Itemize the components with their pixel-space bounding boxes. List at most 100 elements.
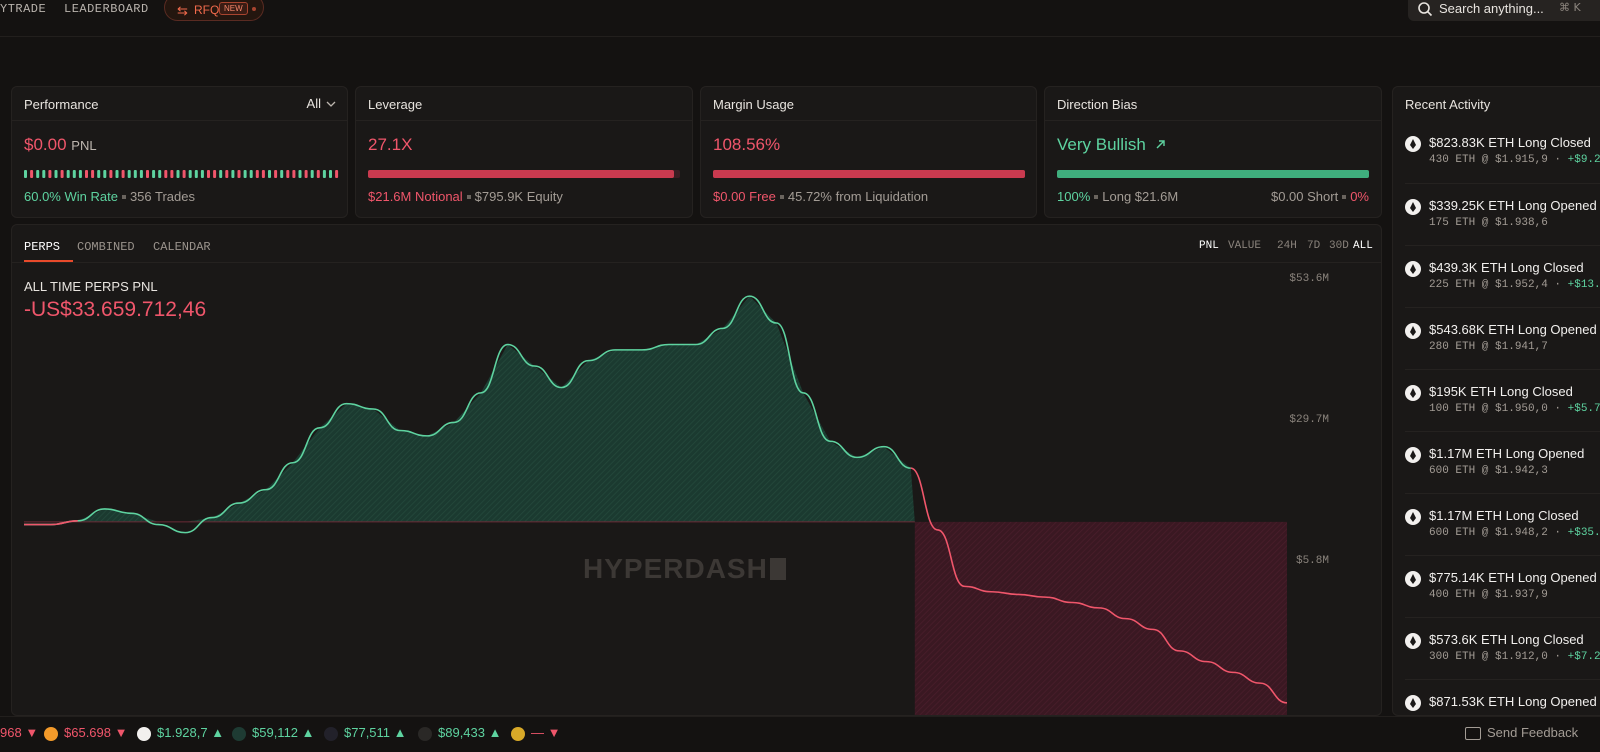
activity-item[interactable]: $573.6K ETH Long Closed 300 ETH @ $1.912,… (1405, 617, 1600, 679)
leverage-bar (368, 170, 680, 178)
activity-item[interactable]: $543.68K ETH Long Opened 280 ETH @ $1.941… (1405, 307, 1600, 369)
win-loss-segment (219, 170, 223, 178)
win-loss-segment (304, 170, 308, 178)
win-loss-segment (115, 170, 119, 178)
activity-list: $823.83K ETH Long Closed 430 ETH @ $1.915… (1405, 121, 1600, 715)
send-feedback-button[interactable]: Send Feedback (1487, 725, 1578, 740)
activity-detail: 600 ETH @ $1.948,2 · +$35. (1429, 527, 1600, 539)
activity-item[interactable]: $823.83K ETH Long Closed 430 ETH @ $1.915… (1405, 121, 1600, 183)
leverage-card: Leverage 27.1X $21.6M Notional $795.9K Eq… (355, 86, 693, 218)
ticker-item[interactable]: — ▼ (531, 725, 560, 740)
win-loss-segment (243, 170, 247, 178)
search-icon (1418, 2, 1433, 17)
win-loss-segment (109, 170, 113, 178)
win-loss-segment (176, 170, 180, 178)
leverage-bar-fill (368, 170, 674, 178)
chevron-down-icon[interactable] (326, 101, 336, 107)
ticker-item[interactable]: $89,433 ▲ (438, 725, 501, 740)
ticker-item[interactable]: $65.698 ▼ (64, 725, 127, 740)
activity-detail: 400 ETH @ $1.937,9 (1429, 589, 1548, 601)
negative-area (914, 521, 1287, 715)
activity-pnl: +$9.2 (1567, 154, 1600, 166)
ticker-item[interactable]: $1.928,7 ▲ (157, 725, 224, 740)
short-percent: 0% (1350, 189, 1369, 204)
recent-activity-panel: Recent Activity $823.83K ETH Long Closed… (1392, 86, 1600, 716)
short-amount: $0.00 Short (1270, 189, 1339, 204)
win-loss-segment (335, 170, 339, 178)
activity-detail: 175 ETH @ $1.938,6 (1429, 217, 1548, 229)
activity-title: $439.3K ETH Long Closed (1429, 260, 1584, 275)
win-loss-segment (48, 170, 52, 178)
ethereum-icon (1405, 323, 1421, 339)
card-title: Leverage (368, 97, 423, 112)
free-margin: $0.00 Free (713, 189, 776, 204)
win-loss-segment (213, 170, 217, 178)
nav-link-copytrade[interactable]: YTRADE (0, 2, 46, 16)
win-loss-segment (133, 170, 137, 178)
activity-item[interactable]: $1.17M ETH Long Closed 600 ETH @ $1.948,2… (1405, 493, 1600, 555)
win-loss-segment (298, 170, 302, 178)
ticker-item[interactable]: $59,112 ▲ (252, 725, 315, 740)
win-loss-segment (261, 170, 265, 178)
activity-title: Recent Activity (1405, 97, 1491, 112)
win-loss-segment (286, 170, 290, 178)
activity-title: $1.17M ETH Long Closed (1429, 508, 1579, 523)
activity-item[interactable]: $339.25K ETH Long Opened 175 ETH @ $1.938… (1405, 183, 1600, 245)
ethereum-icon (1405, 385, 1421, 401)
top-nav: YTRADE LEADERBOARD ⇆ RFQ NEW Search anyt… (0, 0, 1600, 37)
activity-title: $543.68K ETH Long Opened (1429, 322, 1597, 337)
coin-icon (511, 727, 525, 741)
activity-item[interactable]: $1.17M ETH Long Opened 600 ETH @ $1.942,3 (1405, 431, 1600, 493)
nav-link-leaderboard[interactable]: LEADERBOARD (64, 2, 149, 16)
rfq-label: RFQ (194, 3, 220, 17)
margin-bar-fill (713, 170, 1025, 178)
win-loss-segment (72, 170, 76, 178)
win-loss-segments (24, 170, 339, 178)
win-loss-segment (182, 170, 186, 178)
card-title: Direction Bias (1057, 97, 1138, 112)
search-box[interactable]: Search anything... ⌘ K (1408, 0, 1600, 21)
activity-detail: 600 ETH @ $1.942,3 (1429, 465, 1548, 477)
drop-icon (418, 727, 432, 741)
win-loss-segment (225, 170, 229, 178)
activity-title: $775.14K ETH Long Opened (1429, 570, 1597, 585)
win-loss-segment (329, 170, 332, 178)
ticker-item[interactable]: $77,511 ▲ (344, 725, 407, 740)
activity-title: $1.17M ETH Long Opened (1429, 446, 1585, 461)
ethereum-icon (1405, 509, 1421, 525)
activity-item[interactable]: $871.53K ETH Long Opened (1405, 679, 1600, 715)
notional: $21.6M Notional (368, 189, 463, 204)
hyperdash-watermark: HYPERDASH (583, 553, 786, 585)
activity-detail: 300 ETH @ $1.912,0 · +$7.2 (1429, 651, 1600, 663)
win-loss-segment (280, 170, 284, 178)
pnl-area-chart[interactable] (12, 225, 1382, 716)
feedback-icon (1465, 727, 1481, 740)
performance-filter[interactable]: All (307, 96, 321, 111)
rfq-dot (252, 7, 256, 11)
win-loss-segment (188, 170, 192, 178)
win-loss-segment (158, 170, 162, 178)
search-placeholder: Search anything... (1439, 1, 1544, 16)
pnl-value: $0.00 (24, 135, 67, 154)
win-loss-segment (127, 170, 131, 178)
price-ticker: 968 ▼ $65.698 ▼ $1.928,7 ▲ $59,112 ▲ $77… (0, 716, 1600, 752)
margin-value: 108.56% (713, 135, 781, 154)
win-loss-segment (194, 170, 198, 178)
activity-detail: 100 ETH @ $1.950,0 · +$5.7 (1429, 403, 1600, 415)
activity-item[interactable]: $439.3K ETH Long Closed 225 ETH @ $1.952,… (1405, 245, 1600, 307)
liquidation-distance: 45.72% from Liquidation (787, 189, 929, 204)
rfq-button[interactable]: ⇆ RFQ NEW (164, 0, 264, 21)
margin-usage-card: Margin Usage 108.56% $0.00 Free 45.72% fr… (700, 86, 1037, 218)
ticker-item[interactable]: 968 ▼ (0, 725, 38, 740)
activity-item[interactable]: $195K ETH Long Closed 100 ETH @ $1.950,0 … (1405, 369, 1600, 431)
arrow-up-right-icon (1156, 140, 1165, 149)
win-loss-segment (42, 170, 46, 178)
ethereum-icon (1405, 695, 1421, 711)
y-tick-label: $29.7M (1289, 414, 1329, 426)
activity-item[interactable]: $775.14K ETH Long Opened 400 ETH @ $1.937… (1405, 555, 1600, 617)
activity-title: $823.83K ETH Long Closed (1429, 135, 1591, 150)
solana-icon (324, 727, 338, 741)
direction-bar (1057, 170, 1369, 178)
win-loss-segment (249, 170, 253, 178)
activity-detail: 280 ETH @ $1.941,7 (1429, 341, 1548, 353)
